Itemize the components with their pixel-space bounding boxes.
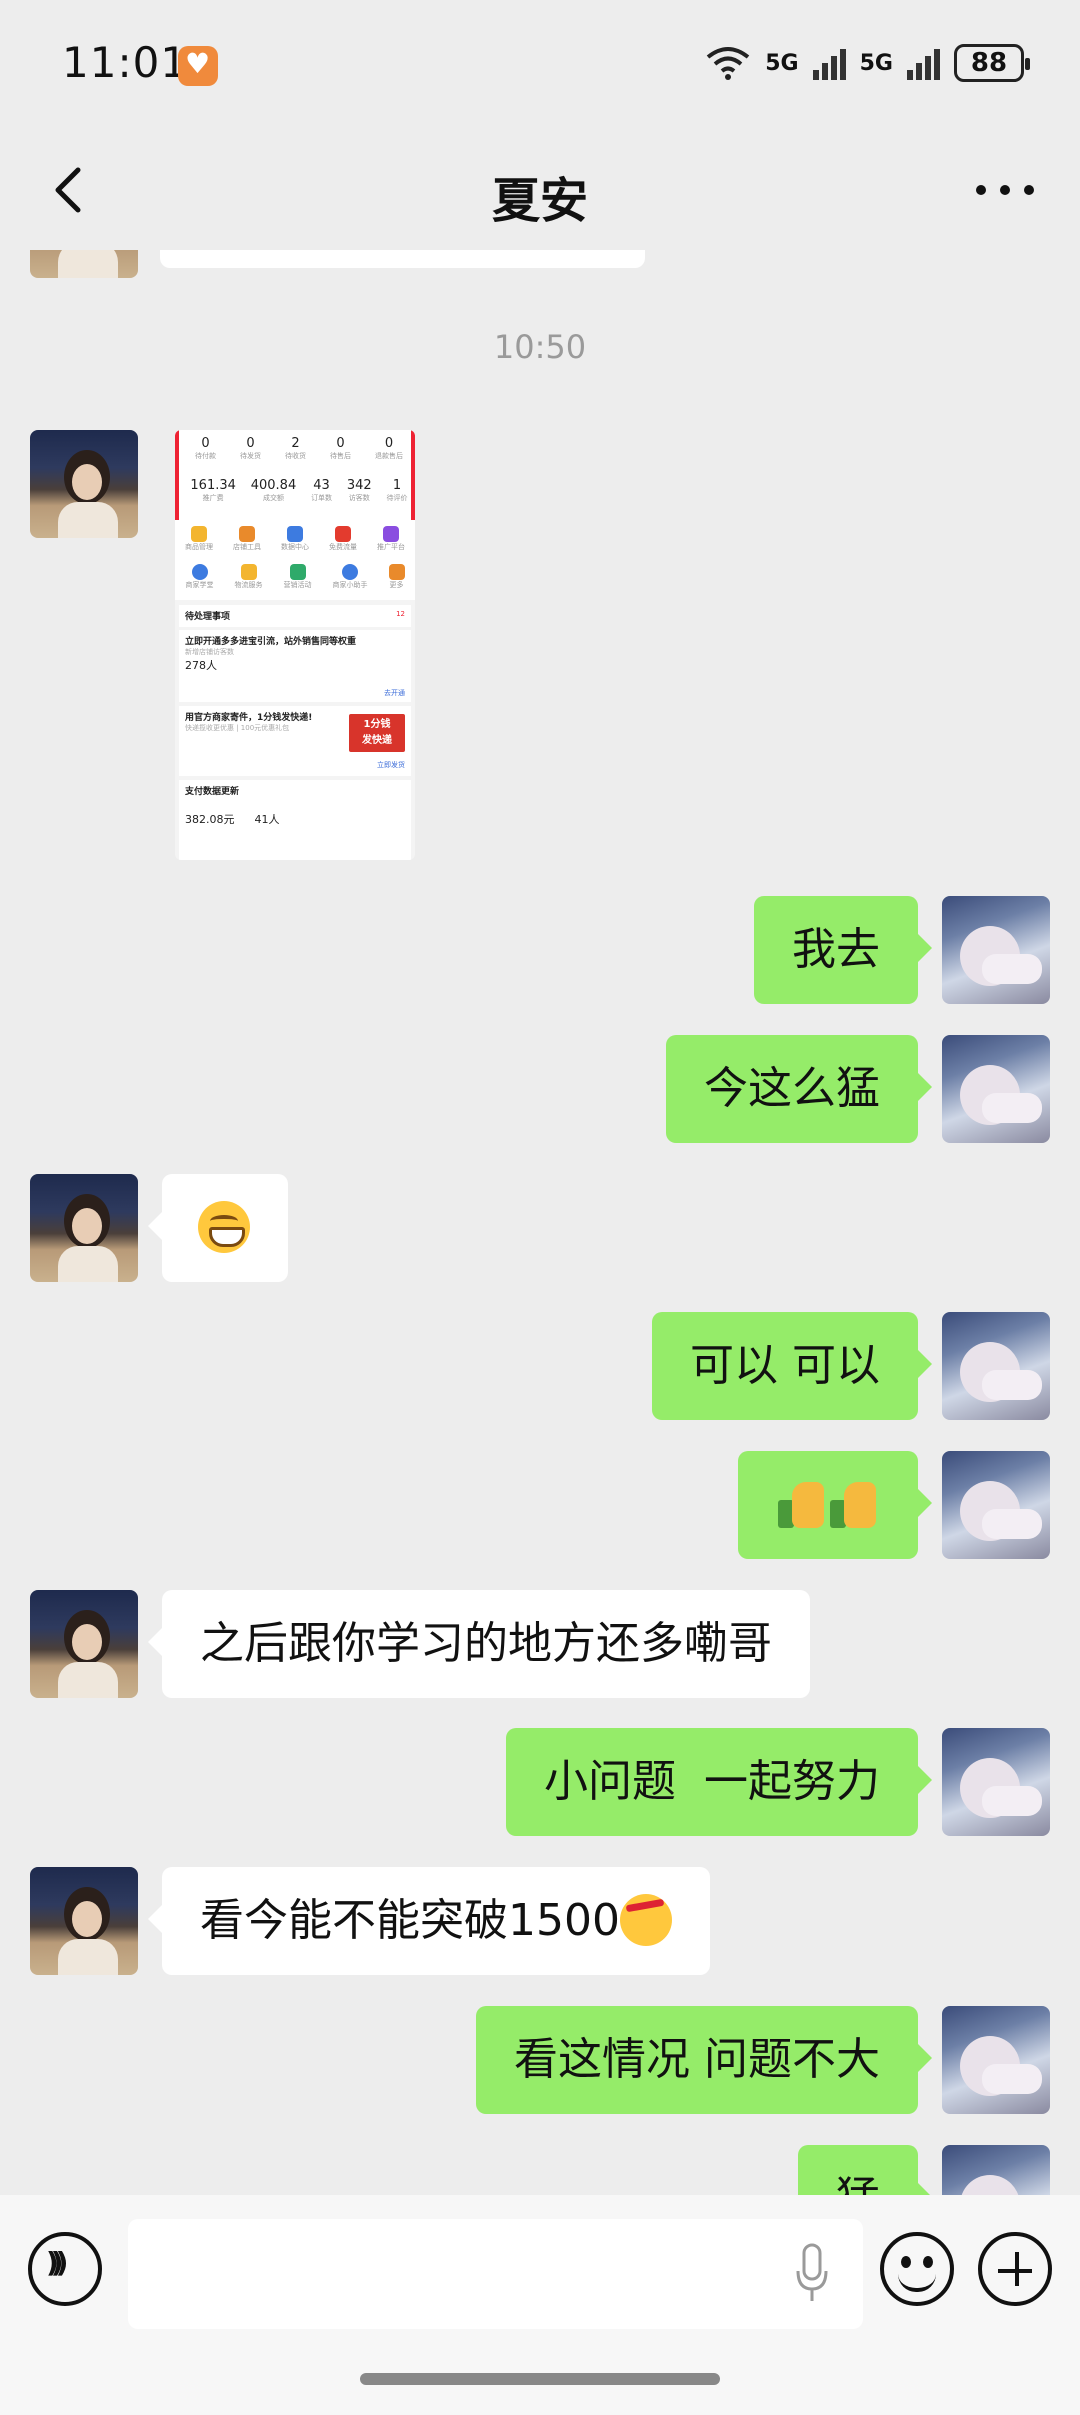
wifi-icon [707, 47, 750, 80]
status-icons: 5G 5G 88 [705, 44, 1030, 82]
message-bubble-partial[interactable] [160, 250, 645, 268]
battery-icon: 88 [954, 44, 1030, 82]
network-label-1: 5G [765, 50, 799, 76]
my-avatar[interactable] [942, 2145, 1050, 2195]
message-list[interactable]: 10:50 0 待付款 0 待发货 2 待收货 0 待售后 0 退款售后 161.34 推广… [0, 250, 1080, 2195]
image-message[interactable]: 0 待付款 0 待发货 2 待收货 0 待售后 0 退款售后 161.34 推广费 400.… [175, 430, 415, 860]
message-timestamp: 10:50 [493, 328, 587, 366]
emoji-icon[interactable] [880, 2232, 954, 2306]
thumbs-up-icon [778, 1478, 826, 1530]
contact-avatar[interactable] [30, 1867, 138, 1975]
signal-icon [907, 46, 940, 80]
grinning-face-icon [198, 1201, 250, 1253]
message-bubble[interactable]: 可以 可以 [652, 1312, 932, 1420]
payment-card: 支付数据更新 382.08元 41人 [179, 780, 411, 860]
chat-title: 夏安 [491, 173, 588, 229]
message-bubble[interactable]: 我去 [754, 896, 932, 1004]
my-avatar[interactable] [942, 1035, 1050, 1143]
message-text: 看今能不能突破1500 [200, 1895, 620, 1946]
my-avatar[interactable] [942, 1451, 1050, 1559]
signal-icon [812, 46, 846, 80]
message-bubble[interactable] [738, 1451, 932, 1559]
chat-header: 夏安 [0, 135, 1080, 250]
shipping-badge: 1分钱 发快递 [349, 714, 405, 752]
message-bubble[interactable]: 小问题 一起努力 [506, 1728, 932, 1836]
contact-avatar[interactable] [30, 250, 138, 278]
message-bubble[interactable]: 之后跟你学习的地方还多嘞哥 [148, 1590, 810, 1698]
message-bubble[interactable]: 看今能不能突破1500 [148, 1867, 710, 1975]
shipping-card: 用官方商家寄件，1分钱发快递! 快递揽收更优惠 | 100元优惠礼包 立即发货 … [179, 706, 411, 776]
message-bubble[interactable]: 看这情况 问题不大 [476, 2006, 932, 2114]
status-bar: 11:01 5G 5G 88 [0, 0, 1080, 135]
stats-panel: 0 待付款 0 待发货 2 待收货 0 待售后 0 退款售后 161.34 推广费 400.… [175, 430, 415, 520]
message-bubble[interactable] [148, 1174, 288, 1282]
message-bubble[interactable]: 猛 [798, 2145, 932, 2195]
todo-header: 待处理事项 12 [179, 605, 411, 627]
message-input[interactable] [128, 2219, 863, 2329]
message-bubble[interactable]: 今这么猛 [666, 1035, 932, 1143]
my-avatar[interactable] [942, 896, 1050, 1004]
plus-icon[interactable] [978, 2232, 1052, 2306]
more-button[interactable] [970, 160, 1040, 220]
contact-avatar[interactable] [30, 430, 138, 538]
thinking-face-icon [619, 1894, 672, 1946]
shortcut-grid: 商品管理 店铺工具 数据中心 免费流量 推广平台 商家学堂 物流服务 营销活动 … [175, 520, 415, 600]
network-label-2: 5G [859, 50, 893, 76]
home-indicator [360, 2373, 720, 2385]
thumbs-up-icon [830, 1478, 878, 1530]
more-horizontal-icon [976, 185, 986, 195]
my-avatar[interactable] [942, 2006, 1050, 2114]
my-avatar[interactable] [942, 1312, 1050, 1420]
my-avatar[interactable] [942, 1728, 1050, 1836]
status-time: 11:01 [62, 38, 189, 87]
contact-avatar[interactable] [30, 1174, 138, 1282]
voice-icon[interactable] [28, 2232, 102, 2306]
heart-app-icon [178, 46, 218, 86]
microphone-icon[interactable] [795, 2243, 829, 2305]
promo-card: 立即开通多多进宝引流，站外销售同等权重 新增店铺访客数 278人 去开通 [179, 630, 411, 702]
contact-avatar[interactable] [30, 1590, 138, 1698]
